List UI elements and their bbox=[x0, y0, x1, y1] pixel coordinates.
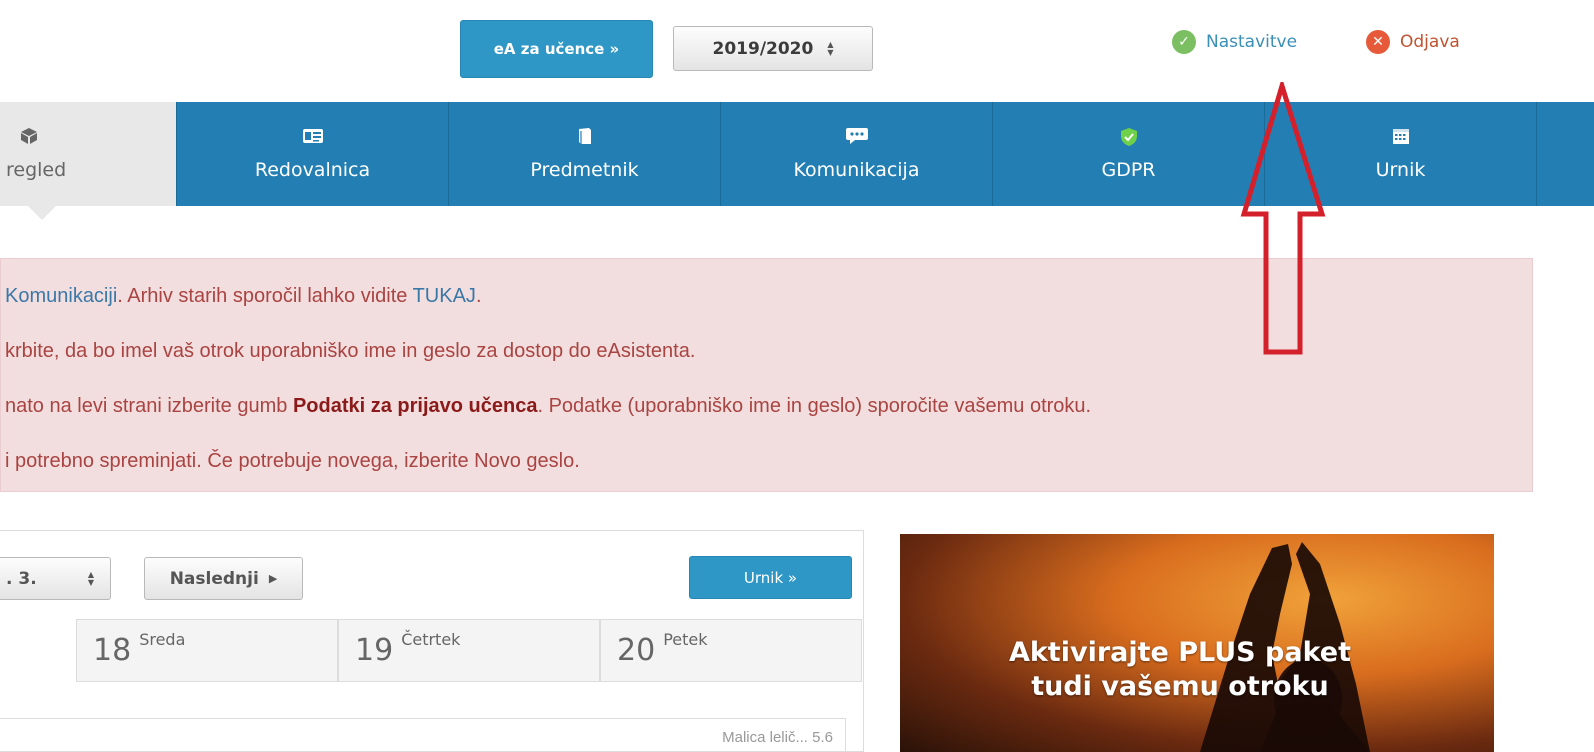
week-select[interactable]: . 3. ▲ ▼ bbox=[0, 557, 111, 600]
promo-line-1: Aktivirajte PLUS paket bbox=[1008, 637, 1352, 668]
day-number: 20 bbox=[617, 633, 656, 668]
nav-item-komunikacija[interactable]: Komunikacija bbox=[721, 102, 993, 206]
urnik-button[interactable]: Urnik » bbox=[689, 556, 852, 599]
nav-item-label: regled bbox=[6, 159, 67, 181]
main-navigation: regled Redovalnica Predmetnik Komunikaci… bbox=[0, 102, 1594, 206]
day-number: 19 bbox=[355, 633, 394, 668]
day-header: 19 Četrtek bbox=[338, 619, 600, 682]
settings-label: Nastavitve bbox=[1206, 32, 1298, 52]
alert-text: . Arhiv starih sporočil lahko vidite bbox=[117, 285, 413, 307]
book-icon bbox=[577, 127, 593, 145]
nav-item-label: Redovalnica bbox=[254, 159, 371, 181]
checkmark-icon: ✓ bbox=[1172, 30, 1196, 54]
day-header: 20 Petek bbox=[600, 619, 862, 682]
nav-item-label: Predmetnik bbox=[530, 159, 639, 181]
caret-right-icon: ▶ bbox=[268, 572, 278, 585]
school-year-value: 2019/2020 bbox=[712, 38, 814, 59]
red-arrow-annotation bbox=[1240, 82, 1326, 355]
cube-icon bbox=[6, 127, 38, 145]
nav-item-predmetnik[interactable]: Predmetnik bbox=[449, 102, 721, 206]
calendar-icon bbox=[1392, 127, 1410, 145]
nav-item-label: Komunikacija bbox=[793, 159, 920, 181]
komunikacija-link[interactable]: Komunikaciji bbox=[5, 285, 117, 307]
nav-item-pregled[interactable]: regled bbox=[0, 102, 177, 206]
settings-link[interactable]: ✓ Nastavitve bbox=[1172, 30, 1297, 54]
week-select-value: . 3. bbox=[6, 568, 37, 589]
close-icon: ✕ bbox=[1366, 30, 1390, 54]
alert-line-4: i potrebno spreminjati. Če potrebuje nov… bbox=[5, 450, 580, 472]
next-week-button[interactable]: Naslednji ▶ bbox=[144, 557, 303, 600]
nav-item-label: GDPR bbox=[1101, 159, 1156, 181]
plus-package-promo[interactable]: Aktivirajte PLUS paket tudi vašemu otrok… bbox=[900, 534, 1494, 752]
day-name: Četrtek bbox=[401, 630, 461, 649]
shield-icon bbox=[1120, 127, 1138, 146]
promo-headline: Aktivirajte PLUS paket tudi vašemu otrok… bbox=[900, 636, 1460, 704]
alert-bold-text: Podatki za prijavo učenca bbox=[292, 395, 538, 417]
nav-item-gdpr[interactable]: GDPR bbox=[993, 102, 1265, 206]
day-header: 18 Sreda bbox=[76, 619, 338, 682]
alert-text: . Podatke (uporabniško ime in geslo) spo… bbox=[537, 395, 1092, 417]
school-year-select[interactable]: 2019/2020 ▲ ▼ bbox=[673, 26, 873, 71]
next-label: Naslednji bbox=[169, 568, 259, 589]
up-down-arrows-icon: ▲ ▼ bbox=[87, 569, 94, 587]
promo-line-2: tudi vašemu otroku bbox=[1031, 671, 1329, 702]
nav-item-redovalnica[interactable]: Redovalnica bbox=[177, 102, 449, 206]
id-card-icon bbox=[302, 127, 324, 145]
alert-line-1: Komunikaciji. Arhiv starih sporočil lahk… bbox=[5, 285, 482, 308]
nav-item-label: Urnik bbox=[1375, 159, 1426, 181]
day-name: Sreda bbox=[139, 630, 186, 649]
up-down-arrows-icon: ▲ ▼ bbox=[827, 39, 834, 57]
active-tab-pointer bbox=[28, 206, 56, 220]
day-number: 18 bbox=[93, 633, 132, 668]
archive-link[interactable]: TUKAJ bbox=[413, 285, 476, 307]
alert-line-2: krbite, da bo imel vaš otrok uporabniško… bbox=[5, 340, 696, 362]
day-name: Petek bbox=[663, 630, 708, 649]
alert-text: . bbox=[475, 285, 482, 307]
ea-for-students-button[interactable]: eA za učence » bbox=[460, 20, 653, 78]
speech-bubble-icon bbox=[845, 127, 869, 145]
logout-link[interactable]: ✕ Odjava bbox=[1366, 30, 1460, 54]
logout-label: Odjava bbox=[1400, 32, 1460, 52]
calendar-event-row: Malica lelič... 5.6 bbox=[0, 718, 846, 752]
alert-text: nato na levi strani izberite gumb bbox=[5, 395, 293, 417]
event-text: Malica lelič... 5.6 bbox=[722, 729, 833, 746]
alert-line-3: nato na levi strani izberite gumb Podatk… bbox=[5, 395, 1091, 418]
